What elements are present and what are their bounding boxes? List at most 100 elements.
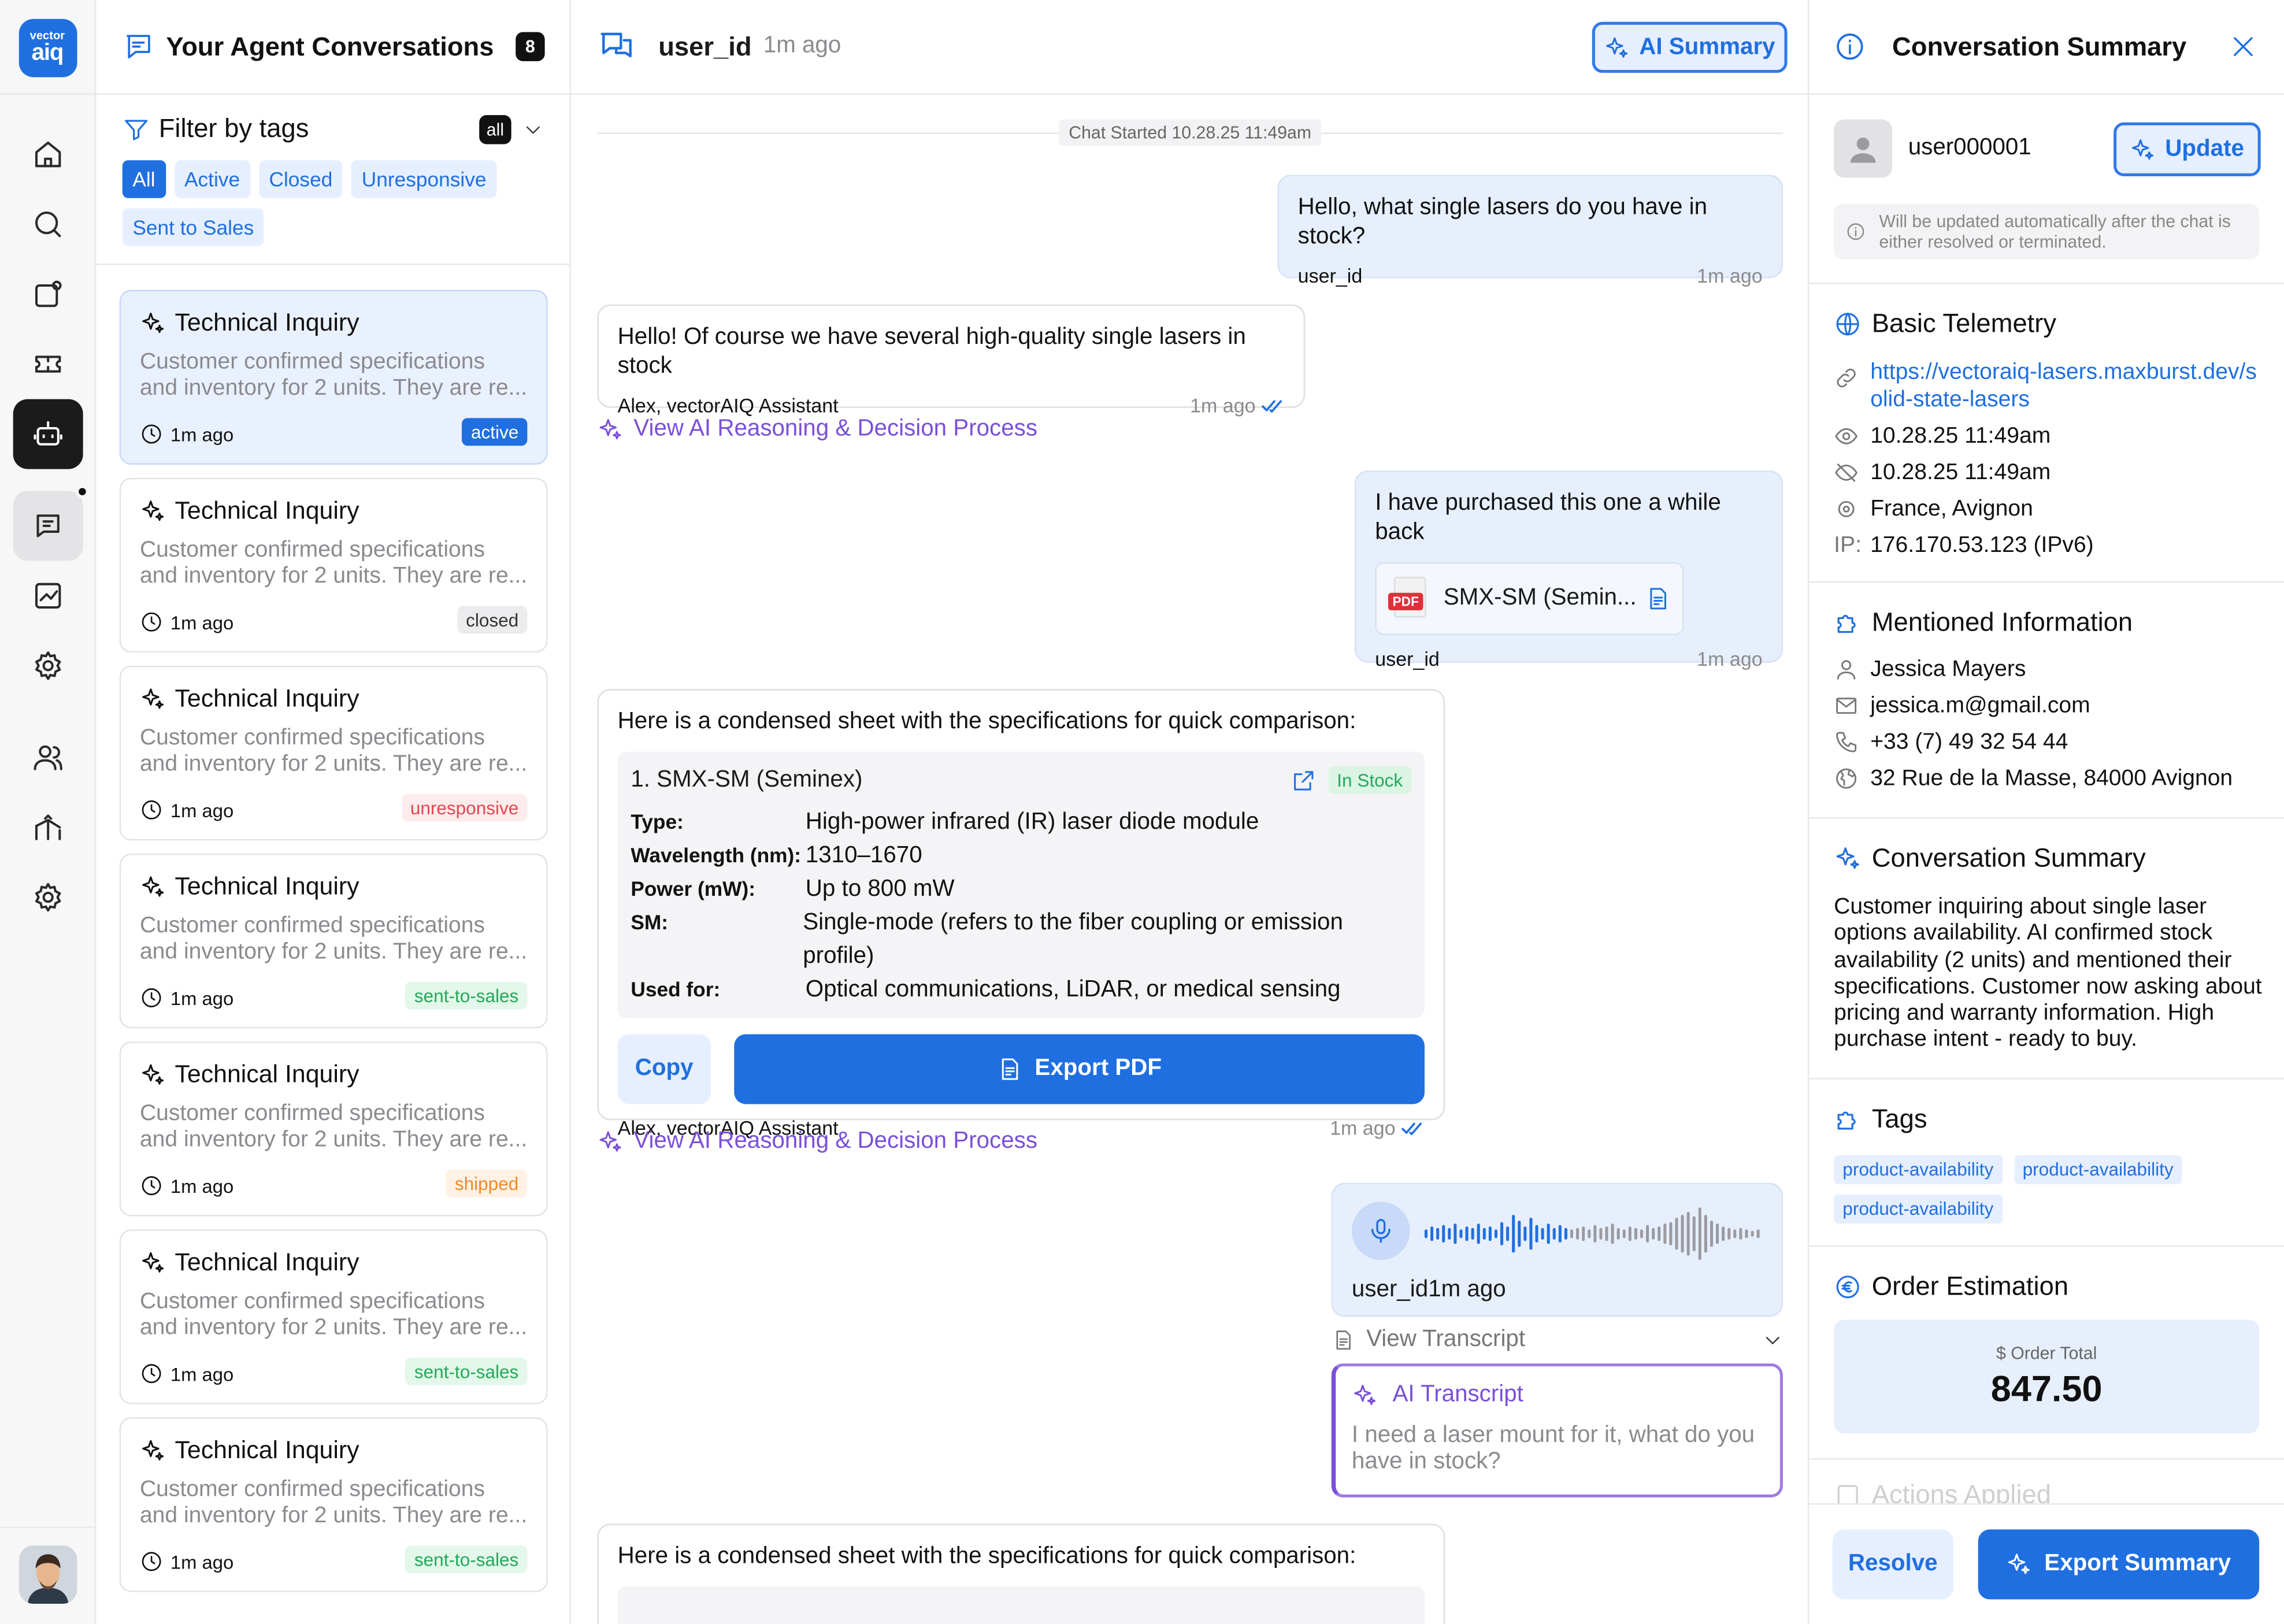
spec-value: High-power infrared (IR) laser diode mod… [805,810,1259,835]
auto-update-text: Will be updated automatically after the … [1879,211,2231,253]
conversation-card[interactable]: Technical Inquiry Customer confirmed spe… [119,1417,548,1592]
view-transcript-toggle[interactable]: View Transcript [1332,1327,1783,1353]
first-seen: 10.28.25 11:49am [1870,424,2051,449]
sparkle-icon [142,313,164,333]
vectoraiq-logo[interactable]: vector aiq [18,18,77,77]
conversation-summary-section: Conversation Summary Customer inquiring … [1834,843,2264,1054]
last-seen: 10.28.25 11:49am [1870,460,2051,485]
message-time: 1m ago [1697,648,1763,670]
card-preview-line2: and inventory for 2 units. They are re..… [139,1127,528,1152]
filter-icon [125,119,148,140]
puzzle-icon [1837,1111,1856,1130]
microphone-icon [1371,1219,1391,1243]
audio-waveform[interactable] [1423,1204,1764,1263]
spec-value: Single-mode (refers to the fiber couplin… [803,910,1343,969]
ip-label: IP: [1834,533,1862,558]
nav-analytics[interactable] [13,561,83,631]
nav-conversations[interactable] [13,485,89,561]
nav-routing[interactable] [13,792,83,862]
card-preview-line1: Customer confirmed specifications [139,725,485,751]
nav-settings[interactable] [13,631,83,700]
close-icon[interactable] [2229,32,2257,61]
pdf-file-icon: PDF [1388,577,1432,621]
visited-url[interactable]: https://vectoraiq-lasers.maxburst.dev/so… [1870,358,2264,414]
spec-value: Optical communications, LiDAR, or medica… [805,977,1341,1003]
resolve-button[interactable]: Resolve [1832,1529,1953,1600]
conversation-card[interactable]: Technical Inquiry Customer confirmed spe… [119,477,548,653]
card-preview-line2: and inventory for 2 units. They are re..… [139,939,528,965]
reasoning-label: View AI Reasoning & Decision Process [633,1129,1037,1154]
eye-off-icon [1835,464,1857,482]
puzzle-icon [1837,614,1856,633]
filter-chip-active[interactable]: Active [174,160,250,198]
widget-add-icon [35,280,62,307]
ip-address: 176.170.53.123 (IPv6) [1870,533,2094,558]
nav-preferences[interactable] [13,862,83,932]
spec-key: SM: [631,910,669,934]
assistant-spec-message: Here is a condensed sheet with the speci… [597,1523,1445,1624]
copy-button[interactable]: Copy [617,1034,711,1104]
card-title: Technical Inquiry [175,684,359,713]
external-link-icon[interactable] [1291,767,1317,793]
card-title: Technical Inquiry [175,1436,359,1464]
conversation-card[interactable]: Technical Inquiry Customer confirmed spe… [119,1041,548,1217]
filter-chip-all[interactable]: All [122,160,166,198]
card-preview-line2: and inventory for 2 units. They are re..… [139,1503,528,1528]
avatar-image [18,1545,77,1604]
mic-button[interactable] [1351,1202,1410,1260]
conversation-count-badge: 8 [516,32,545,61]
spec-key: Power (mW): [631,877,755,900]
update-button[interactable]: Update [2114,122,2261,176]
user-avatar[interactable] [18,1545,77,1604]
spec-key: Type: [631,810,684,833]
document-icon[interactable] [1645,585,1671,611]
auto-update-note: Will be updated automatically after the … [1834,203,2260,259]
chevron-down-icon[interactable] [523,120,543,140]
spec-key: Wavelength (nm): [631,843,802,867]
view-reasoning-link[interactable]: View AI Reasoning & Decision Process [597,417,1037,443]
tag-chip[interactable]: product-availability [1834,1155,2003,1185]
nav-tickets[interactable] [13,329,83,399]
card-title: Technical Inquiry [175,1060,359,1088]
card-time: 1m ago [170,1174,234,1197]
export-pdf-button[interactable]: Export PDF [733,1034,1425,1104]
conversation-card[interactable]: Technical Inquiry Customer confirmed spe… [119,1229,548,1404]
export-summary-button[interactable]: Export Summary [1978,1529,2260,1600]
reasoning-label: View AI Reasoning & Decision Process [633,416,1037,442]
card-time: 1m ago [170,423,234,445]
card-preview-line2: and inventory for 2 units. They are re..… [139,1315,528,1340]
card-preview-line2: and inventory for 2 units. They are re..… [139,376,528,401]
order-total-card: $ Order Total 847.50 [1834,1319,2260,1434]
sparkle-icon [142,1252,164,1273]
nav-widgets[interactable] [13,259,83,329]
message-text: Here is a condensed sheet with the speci… [617,1544,1356,1569]
tag-chip[interactable]: product-availability [1834,1194,2003,1224]
conversation-card[interactable]: Technical Inquiry Customer confirmed spe… [119,665,548,841]
voice-message: user_id1m ago [1331,1182,1783,1317]
nav-agents[interactable] [13,399,83,469]
conversation-card[interactable]: Technical Inquiry Customer confirmed spe… [119,853,548,1029]
conversation-card[interactable]: Technical Inquiry Customer confirmed spe… [119,290,548,465]
globe-icon [1836,313,1859,336]
nav-home[interactable] [13,120,83,190]
filter-chip-closed[interactable]: Closed [258,160,343,198]
filter-chip-sent-to-sales[interactable]: Sent to Sales [122,208,264,246]
chat-user-name: user_id [658,31,752,61]
filter-chip-unresponsive[interactable]: Unresponsive [351,160,497,198]
link-icon [1837,368,1856,388]
pdf-attachment[interactable]: PDF SMX-SM (Semin... [1375,562,1684,635]
message-text: Here is a condensed sheet with the speci… [617,709,1356,735]
nav-search[interactable] [13,190,83,259]
order-total-value: 847.50 [1990,1368,2103,1410]
filter-selection-badge[interactable]: all [479,115,511,144]
tag-chip[interactable]: product-availability [2014,1155,2182,1185]
nav-users[interactable] [13,722,83,792]
customer-email[interactable]: jessica.m@gmail.com [1870,692,2090,720]
ai-summary-button[interactable]: AI Summary [1592,21,1788,73]
view-reasoning-link[interactable]: View AI Reasoning & Decision Process [597,1129,1037,1155]
euro-icon [1836,1276,1859,1299]
customer-address: 32 Rue de la Masse, 84000 Avignon [1870,766,2233,791]
chat-last-active: 1m ago [763,33,841,58]
info-icon [1847,223,1864,240]
customer-phone[interactable]: +33 (7) 49 32 54 44 [1870,728,2068,756]
